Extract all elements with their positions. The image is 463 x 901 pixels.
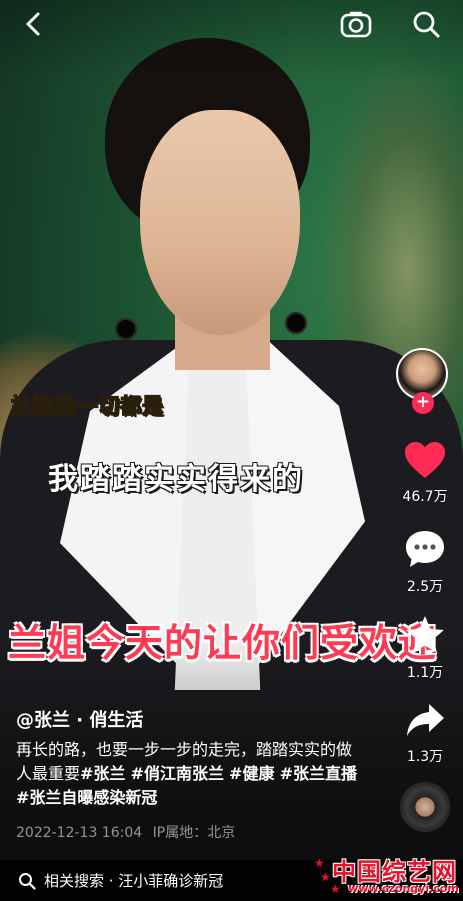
site-watermark: ★ ★ ★ 中国综艺网 www.czongyi.com — [312, 852, 462, 900]
favorite-button[interactable]: 1.1万 — [395, 614, 455, 682]
like-button[interactable]: 46.7万 — [395, 440, 455, 506]
ip-location: IP属地：北京 — [152, 825, 236, 841]
share-arrow-icon — [407, 704, 444, 736]
share-button[interactable]: 1.3万 — [395, 700, 455, 766]
post-meta: 2022-12-13 16:04 IP属地：北京 — [16, 822, 235, 842]
heart-icon — [405, 442, 445, 478]
caption-line-1: 兰姐的一切都是 — [9, 393, 164, 419]
follow-button[interactable]: + — [412, 392, 434, 414]
camera-button[interactable] — [338, 6, 374, 42]
hashtag[interactable]: #张兰直播 — [280, 764, 357, 783]
post-date: 2022-12-13 16:04 — [16, 825, 143, 841]
earring-left — [115, 318, 137, 340]
like-count: 46.7万 — [402, 489, 448, 505]
hashtag[interactable]: #张兰自曝感染新冠 — [16, 788, 157, 807]
caption-line-3: 兰姐今天的让你们受欢迎 — [8, 621, 438, 665]
search-icon — [19, 872, 36, 890]
author-name[interactable]: @张兰 · 俏生活 — [16, 706, 143, 732]
hashtag[interactable]: #健康 — [229, 764, 274, 783]
person-face — [140, 110, 300, 335]
related-search-label[interactable]: 相关搜索 · 汪小菲确诊新冠 — [44, 870, 223, 891]
favorite-count: 1.1万 — [406, 665, 444, 681]
comment-button[interactable]: 2.5万 — [395, 528, 455, 596]
hashtag[interactable]: #张兰 — [80, 764, 125, 783]
watermark-url: www.czongyi.com — [348, 882, 459, 895]
search-button[interactable] — [408, 6, 444, 42]
back-button[interactable] — [18, 8, 50, 40]
top-shade — [0, 0, 463, 80]
camera-icon — [340, 11, 372, 38]
star-icon — [406, 616, 444, 653]
share-count: 1.3万 — [406, 749, 444, 765]
hashtag[interactable]: #俏江南张兰 — [131, 764, 224, 783]
chevron-left-icon — [26, 12, 40, 36]
music-disc[interactable] — [400, 782, 450, 832]
earring-right — [285, 312, 307, 334]
author-avatar-group[interactable]: + — [396, 348, 452, 414]
search-icon — [413, 11, 440, 38]
comment-count: 2.5万 — [406, 579, 444, 595]
watermark-star-icon: ★ — [314, 856, 325, 870]
post-description: 再长的路，也要一步一步的走完，踏踏实实的做人最重要#张兰 #俏江南张兰 #健康 … — [16, 738, 366, 810]
caption-line-2: 我踏踏实实得来的 — [48, 462, 304, 497]
comment-icon — [406, 531, 444, 567]
